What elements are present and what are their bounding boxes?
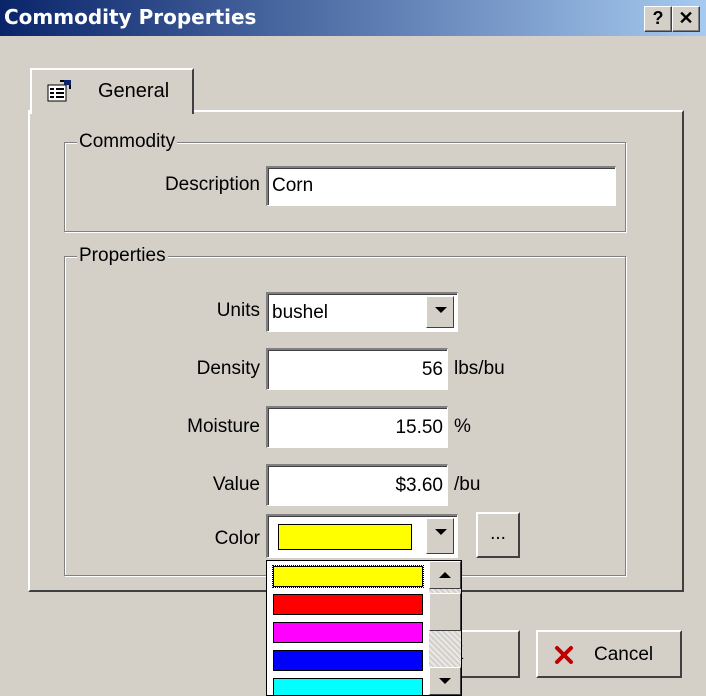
value-unit: /bu — [454, 474, 481, 495]
moisture-label: Moisture — [187, 416, 260, 437]
color-swatch — [278, 524, 412, 550]
scroll-thumb[interactable] — [429, 593, 461, 631]
scroll-down-arrow-icon — [439, 678, 451, 684]
color-option[interactable] — [273, 622, 423, 643]
color-label: Color — [214, 528, 260, 549]
color-list-scrollbar[interactable] — [429, 561, 461, 695]
cancel-button[interactable]: Cancel — [536, 630, 682, 678]
title-bar: Commodity Properties ? ✕ — [0, 0, 706, 36]
scroll-up-button[interactable] — [429, 561, 461, 589]
description-field[interactable]: Corn — [266, 166, 616, 206]
color-option[interactable] — [273, 594, 423, 615]
color-option[interactable] — [273, 678, 423, 695]
color-option[interactable] — [273, 650, 423, 671]
tab-general-label: General — [98, 80, 170, 102]
properties-icon — [47, 80, 71, 102]
cancel-label: Cancel — [594, 644, 654, 665]
color-dropdown-button[interactable] — [426, 518, 454, 554]
scroll-down-button[interactable] — [429, 667, 461, 695]
value-field[interactable]: $3.60 — [266, 464, 448, 506]
window-title: Commodity Properties — [4, 5, 257, 29]
color-browse-button[interactable]: ... — [476, 512, 520, 558]
close-button[interactable]: ✕ — [672, 6, 700, 32]
density-label: Density — [196, 358, 260, 379]
density-unit: lbs/bu — [454, 358, 505, 379]
units-value: bushel — [272, 302, 328, 323]
description-label: Description — [164, 174, 260, 195]
commodity-group-legend: Commodity — [77, 131, 178, 153]
properties-group-legend: Properties — [77, 245, 168, 267]
tab-general[interactable]: General — [30, 68, 194, 114]
units-label: Units — [216, 300, 260, 321]
moisture-field[interactable]: 15.50 — [266, 406, 448, 448]
value-label: Value — [212, 474, 260, 495]
units-dropdown-button[interactable] — [426, 296, 454, 328]
density-field[interactable]: 56 — [266, 348, 448, 390]
x-cancel-icon — [555, 646, 573, 664]
help-button[interactable]: ? — [644, 6, 672, 32]
scroll-up-arrow-icon — [439, 572, 451, 578]
color-dropdown-list[interactable] — [266, 560, 462, 696]
color-option[interactable] — [272, 565, 424, 588]
moisture-unit: % — [454, 416, 471, 437]
